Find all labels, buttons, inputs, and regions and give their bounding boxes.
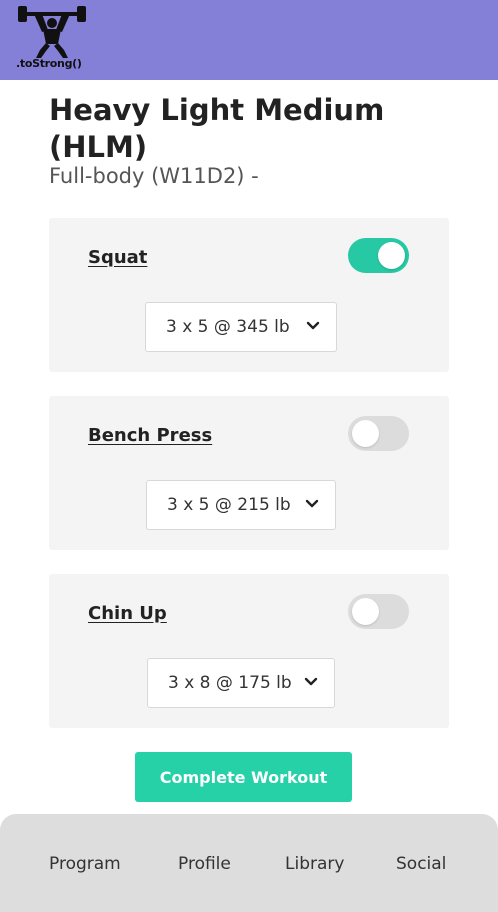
chevron-down-icon [304, 677, 318, 686]
page-subtitle: Full-body (W11D2) - [49, 164, 259, 188]
exercise-card: Chin Up 3 x 8 @ 175 lb [49, 574, 449, 728]
nav-social[interactable]: Social [396, 854, 446, 874]
set-scheme-select[interactable]: 3 x 5 @ 215 lb [146, 480, 336, 530]
exercise-toggle[interactable] [348, 594, 409, 629]
select-value: 3 x 5 @ 215 lb [167, 495, 291, 515]
app-header: .toStrong() [0, 0, 498, 80]
set-scheme-select[interactable]: 3 x 8 @ 175 lb [147, 658, 335, 708]
logo-text: .toStrong() [16, 57, 82, 70]
exercise-card: Squat 3 x 5 @ 345 lb [49, 218, 449, 372]
exercise-card: Bench Press 3 x 5 @ 215 lb [49, 396, 449, 550]
select-value: 3 x 8 @ 175 lb [168, 673, 292, 693]
set-scheme-select[interactable]: 3 x 5 @ 345 lb [145, 302, 337, 352]
exercise-name-link[interactable]: Squat [88, 247, 147, 268]
complete-workout-button[interactable]: Complete Workout [135, 752, 352, 802]
select-value: 3 x 5 @ 345 lb [166, 317, 290, 337]
exercise-name-link[interactable]: Chin Up [88, 603, 167, 624]
page-title: Heavy Light Medium (HLM) [49, 93, 385, 164]
toggle-knob [378, 242, 405, 269]
exercise-toggle[interactable] [348, 238, 409, 273]
nav-profile[interactable]: Profile [178, 854, 231, 874]
exercise-name-link[interactable]: Bench Press [88, 425, 212, 446]
toggle-knob [352, 420, 379, 447]
chevron-down-icon [306, 321, 320, 330]
nav-library[interactable]: Library [285, 854, 344, 874]
nav-program[interactable]: Program [49, 854, 121, 874]
toggle-knob [352, 598, 379, 625]
bottom-nav: Program Profile Library Social [0, 814, 498, 912]
chevron-down-icon [305, 499, 319, 508]
exercise-toggle[interactable] [348, 416, 409, 451]
